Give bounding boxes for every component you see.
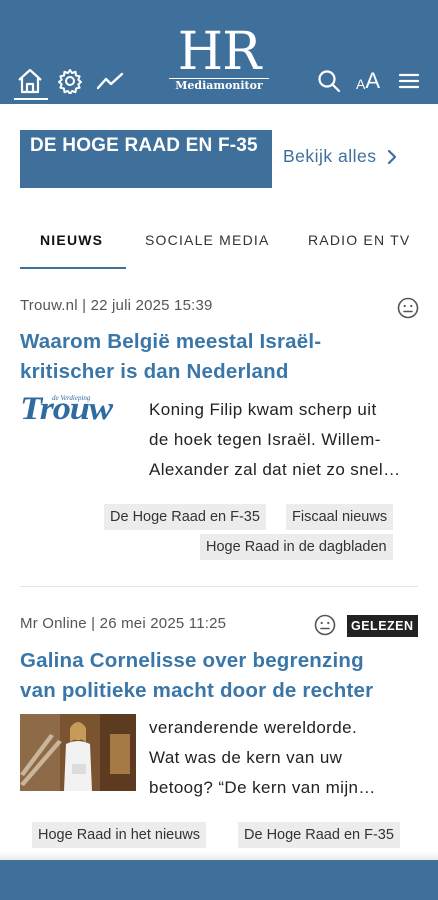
neutral-face-icon[interactable] bbox=[314, 614, 336, 636]
chevron-right-icon bbox=[387, 149, 396, 164]
article-title[interactable]: Waarom België meestal Israël- kritischer… bbox=[20, 327, 321, 387]
excerpt-line: de hoek tegen Israël. Willem- bbox=[149, 430, 381, 449]
font-size-label: A bbox=[355, 76, 366, 92]
article-meta: Mr Online | 26 mei 2025 11:25 bbox=[20, 615, 227, 632]
excerpt-line: veranderende wereldorde. bbox=[149, 718, 358, 737]
see-all-link[interactable]: Bekijk alles bbox=[283, 146, 397, 167]
search-icon[interactable] bbox=[314, 66, 344, 96]
article-meta: Trouw.nl | 22 juli 2025 15:39 bbox=[20, 297, 213, 314]
gear-icon[interactable] bbox=[55, 66, 85, 96]
article-title[interactable]: Galina Cornelisse over begrenzing van po… bbox=[20, 646, 373, 706]
article-title-line: Galina Cornelisse over begrenzing bbox=[20, 649, 364, 672]
article-title-line: Waarom België meestal Israël- bbox=[20, 330, 322, 353]
tab-bar: NIEUWS SOCIALE MEDIA RADIO EN TV bbox=[0, 218, 438, 270]
source-logo: de Verdieping Trouw bbox=[20, 391, 138, 428]
tab-radio-en-tv[interactable]: RADIO EN TV bbox=[308, 232, 410, 248]
excerpt-line: Wat was de kern van uw bbox=[149, 748, 343, 767]
excerpt-line: Koning Filip kwam scherp uit bbox=[149, 400, 377, 419]
home-active-indicator bbox=[14, 98, 48, 100]
section-title: DE HOGE RAAD EN F-35 bbox=[20, 130, 272, 188]
logo[interactable]: HR Mediamonitor bbox=[169, 26, 269, 92]
divider bbox=[20, 586, 418, 587]
article-card[interactable]: Trouw.nl | 22 juli 2025 15:39 Waarom Bel… bbox=[20, 297, 419, 567]
tag-chip[interactable]: Hoge Raad in de dagbladen bbox=[200, 534, 393, 560]
bottom-shadow bbox=[0, 852, 438, 860]
article-excerpt: veranderende wereldorde. Wat was de kern… bbox=[149, 713, 419, 803]
trend-icon[interactable] bbox=[95, 66, 125, 96]
tag-chip[interactable]: De Hoge Raad en F-35 bbox=[238, 822, 400, 848]
bottom-bar bbox=[0, 860, 438, 900]
person-photo-icon bbox=[20, 714, 136, 791]
excerpt-line: Alexander zal dat niet zo snel… bbox=[149, 460, 401, 479]
app-header: HR Mediamonitor AA bbox=[0, 0, 438, 104]
tag-chip[interactable]: De Hoge Raad en F-35 bbox=[104, 504, 266, 530]
tab-sociale-media[interactable]: SOCIALE MEDIA bbox=[145, 232, 270, 248]
active-tab-indicator bbox=[20, 267, 126, 269]
logo-sub: Mediamonitor bbox=[169, 78, 269, 92]
article-title-line: van politieke macht door de rechter bbox=[20, 679, 374, 702]
home-icon[interactable] bbox=[15, 66, 45, 96]
font-size-label-large: A bbox=[365, 68, 381, 93]
article-card[interactable]: Mr Online | 26 mei 2025 11:25 GELEZEN Ga… bbox=[20, 614, 419, 855]
logo-main: HR bbox=[177, 22, 262, 82]
tag-chip[interactable]: Fiscaal nieuws bbox=[286, 504, 394, 530]
article-thumbnail bbox=[20, 714, 136, 791]
excerpt-line: betoog? “De kern van mijn… bbox=[149, 778, 376, 797]
source-logo-text: Trouw bbox=[20, 391, 113, 427]
see-all-label: Bekijk alles bbox=[283, 146, 377, 166]
tab-nieuws[interactable]: NIEUWS bbox=[40, 232, 103, 248]
font-size-icon[interactable]: AA bbox=[352, 66, 384, 96]
tag-chip[interactable]: Hoge Raad in het nieuws bbox=[32, 822, 207, 848]
article-title-line: kritischer is dan Nederland bbox=[20, 360, 289, 383]
read-badge: GELEZEN bbox=[347, 615, 418, 637]
article-excerpt: Koning Filip kwam scherp uit de hoek teg… bbox=[149, 395, 419, 485]
neutral-face-icon[interactable] bbox=[397, 297, 419, 319]
menu-icon[interactable] bbox=[394, 66, 424, 96]
